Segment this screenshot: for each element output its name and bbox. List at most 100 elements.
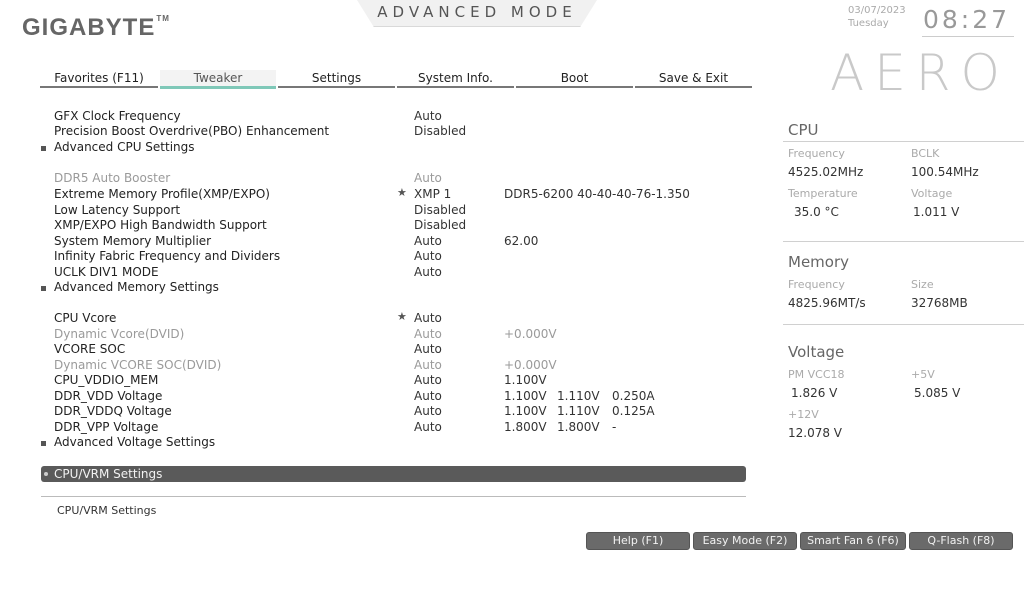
p5v-label: +5V [911, 368, 935, 381]
tab-save-exit[interactable]: Save & Exit [635, 70, 752, 88]
setting-info: DDR5-6200 40-40-40-76-1.350 [504, 187, 690, 201]
pm-vcc18-label: PM VCC18 [788, 368, 845, 381]
memory-frequency-value: 4825.96MT/s [788, 296, 866, 310]
memory-size-label: Size [911, 278, 934, 291]
setting-cpu-vcore[interactable]: CPU Vcore [54, 311, 116, 325]
submenu-advanced-memory-settings[interactable]: Advanced Memory Settings [54, 280, 219, 294]
setting-info: 0.125A [612, 404, 655, 418]
setting-ddr-vdd-voltage[interactable]: DDR_VDD Voltage [54, 389, 162, 403]
submenu-bullet-icon [41, 146, 46, 151]
setting-infinity-fabric[interactable]: Infinity Fabric Frequency and Dividers [54, 249, 280, 263]
setting-info: 1.800V [504, 420, 547, 434]
setting-info: 1.100V [504, 404, 547, 418]
memory-size-value: 32768MB [911, 296, 968, 310]
cpu-bclk-label: BCLK [911, 147, 940, 160]
cpu-bclk-value: 100.54MHz [911, 165, 979, 179]
setting-value[interactable]: XMP 1 [414, 187, 451, 201]
setting-info: 1.800V [557, 420, 600, 434]
submenu-advanced-cpu-settings[interactable]: Advanced CPU Settings [54, 140, 195, 154]
setting-ddr-vpp-voltage[interactable]: DDR_VPP Voltage [54, 420, 158, 434]
clock-divider [922, 36, 1014, 37]
setting-dynamic-vcore-soc: Dynamic VCORE SOC(DVID) [54, 358, 222, 372]
setting-value[interactable]: Auto [414, 265, 442, 279]
setting-info: 1.110V [557, 404, 600, 418]
setting-ddr-vddq-voltage[interactable]: DDR_VDDQ Voltage [54, 404, 172, 418]
p5v-value: 5.085 V [914, 386, 961, 400]
setting-info: - [612, 420, 617, 434]
setting-info: 1.110V [557, 389, 600, 403]
submenu-bullet-icon [41, 441, 46, 446]
setting-info: 0.250A [612, 389, 655, 403]
day-display: Tuesday [848, 18, 889, 29]
cpu-voltage-value: 1.011 V [913, 205, 960, 219]
setting-value[interactable]: Auto [414, 404, 442, 418]
cpu-temperature-value: 35.0 °C [794, 205, 839, 219]
setting-value: Auto [414, 171, 442, 185]
help-description: CPU/VRM Settings [57, 504, 157, 517]
setting-dynamic-vcore: Dynamic Vcore(DVID) [54, 327, 185, 341]
gigabyte-logo: GIGABYTETM [22, 14, 170, 42]
help-divider [41, 496, 746, 497]
q-flash-button[interactable]: Q-Flash (F8) [909, 532, 1013, 550]
tab-favorites[interactable]: Favorites (F11) [40, 70, 158, 88]
date-display: 03/07/2023 [848, 5, 906, 16]
cpu-section-title: CPU [788, 121, 819, 139]
voltage-section-title: Voltage [788, 343, 845, 361]
cpu-temperature-label: Temperature [788, 187, 858, 200]
aero-logo: AERO [830, 44, 1010, 102]
setting-gfx-clock-frequency[interactable]: GFX Clock Frequency [54, 109, 181, 123]
cpu-voltage-label: Voltage [911, 187, 953, 200]
panel-divider [783, 324, 1024, 325]
tab-boot[interactable]: Boot [516, 70, 633, 88]
star-icon: ★ [397, 186, 407, 199]
setting-xmp-expo-profile[interactable]: Extreme Memory Profile(XMP/EXPO) [54, 187, 270, 201]
setting-value[interactable]: Auto [414, 109, 442, 123]
submenu-advanced-voltage-settings[interactable]: Advanced Voltage Settings [54, 435, 215, 449]
setting-cpu-vddio-mem[interactable]: CPU_VDDIO_MEM [54, 373, 158, 387]
setting-value[interactable]: Auto [414, 373, 442, 387]
setting-value[interactable]: Auto [414, 342, 442, 356]
setting-low-latency-support[interactable]: Low Latency Support [54, 203, 180, 217]
pm-vcc18-value: 1.826 V [791, 386, 838, 400]
selected-bullet-icon [44, 472, 48, 476]
setting-xmp-high-bandwidth[interactable]: XMP/EXPO High Bandwidth Support [54, 218, 267, 232]
setting-value[interactable]: Disabled [414, 203, 466, 217]
cpu-frequency-value: 4525.02MHz [788, 165, 864, 179]
smart-fan-button[interactable]: Smart Fan 6 (F6) [800, 532, 906, 550]
panel-divider [783, 141, 1024, 142]
setting-info: +0.000V [504, 327, 557, 341]
memory-frequency-label: Frequency [788, 278, 845, 291]
setting-system-memory-multiplier[interactable]: System Memory Multiplier [54, 234, 211, 248]
setting-value[interactable]: Disabled [414, 218, 466, 232]
setting-info: +0.000V [504, 358, 557, 372]
setting-value[interactable]: Auto [414, 234, 442, 248]
setting-vcore-soc[interactable]: VCORE SOC [54, 342, 125, 356]
panel-divider [783, 241, 1024, 242]
memory-section-title: Memory [788, 253, 850, 271]
setting-ddr5-auto-booster: DDR5 Auto Booster [54, 171, 171, 185]
help-button[interactable]: Help (F1) [586, 532, 690, 550]
submenu-cpu-vrm-settings[interactable]: CPU/VRM Settings [54, 467, 162, 481]
mode-title[interactable]: ADVANCED MODE [357, 3, 597, 21]
setting-info: 1.100V [504, 389, 547, 403]
tab-system-info[interactable]: System Info. [397, 70, 514, 88]
tab-tweaker[interactable]: Tweaker [160, 70, 276, 89]
setting-info: 1.100V [504, 373, 547, 387]
brand-text: GIGABYTE [22, 14, 156, 41]
setting-info: 62.00 [504, 234, 539, 248]
p12v-label: +12V [788, 408, 819, 421]
clock-display: 08:27 [923, 5, 1011, 34]
setting-value[interactable]: Auto [414, 420, 442, 434]
tab-bar: Favorites (F11) Tweaker Settings System … [40, 70, 752, 89]
tab-settings[interactable]: Settings [278, 70, 395, 88]
setting-value[interactable]: Auto [414, 249, 442, 263]
setting-value[interactable]: Disabled [414, 124, 466, 138]
setting-value[interactable]: Auto [414, 311, 442, 325]
setting-pbo-enhancement[interactable]: Precision Boost Overdrive(PBO) Enhanceme… [54, 124, 329, 138]
easy-mode-button[interactable]: Easy Mode (F2) [693, 532, 797, 550]
submenu-bullet-icon [41, 286, 46, 291]
setting-value[interactable]: Auto [414, 389, 442, 403]
setting-value: Auto [414, 327, 442, 341]
setting-uclk-div1-mode[interactable]: UCLK DIV1 MODE [54, 265, 159, 279]
p12v-value: 12.078 V [788, 426, 843, 440]
